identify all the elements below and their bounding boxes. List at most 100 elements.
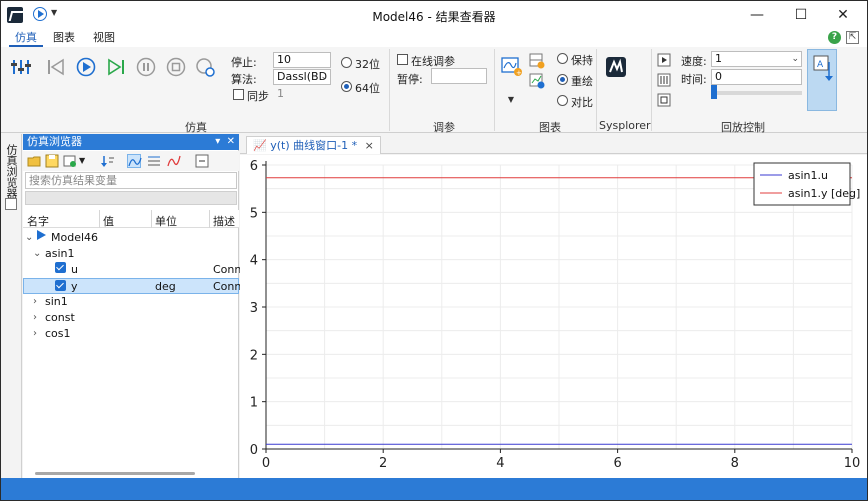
- tab-chart[interactable]: 图表: [47, 29, 81, 47]
- step-forward-icon[interactable]: [105, 57, 127, 77]
- bit32-radio[interactable]: [341, 57, 352, 68]
- column-desc-header[interactable]: 描述: [213, 213, 235, 229]
- tree-row-asin1[interactable]: ⌄ asin1: [23, 246, 239, 262]
- maximize-button[interactable]: ☐: [781, 1, 821, 29]
- chevron-down-icon[interactable]: ⌄: [25, 230, 33, 246]
- add-subplot-icon[interactable]: [529, 53, 545, 69]
- stop-icon[interactable]: [165, 57, 187, 77]
- variable-checkbox[interactable]: [55, 262, 66, 273]
- time-slider-track[interactable]: [712, 91, 802, 95]
- stop-time-input[interactable]: 10: [273, 52, 331, 68]
- x-tick-label: 6: [613, 456, 621, 471]
- chevron-right-icon[interactable]: ›: [33, 294, 37, 310]
- y-tick-label: 3: [250, 301, 258, 316]
- ribbon: 停止: 10 算法: Dassl(BD ⌄ 同步 1 32位 64位 仿真 在线…: [1, 47, 867, 134]
- tree-row-model[interactable]: ⌄ Model46: [23, 230, 239, 246]
- replay-step-icon[interactable]: [657, 93, 671, 107]
- minimize-button[interactable]: —: [737, 1, 777, 29]
- title-bar: ▼ Model46 - 结果查看器 — ☐ ✕: [1, 1, 867, 29]
- column-name-header[interactable]: 名字: [27, 213, 49, 229]
- column-separator[interactable]: [151, 210, 152, 228]
- keep-mode-radio[interactable]: [557, 53, 568, 64]
- compare-mode-radio[interactable]: [557, 95, 568, 106]
- sysplorer-icon[interactable]: [606, 57, 626, 77]
- tab-view[interactable]: 视图: [87, 29, 121, 47]
- tab-plot-window[interactable]: 📈 y(t) 曲线窗口-1 * ×: [246, 136, 381, 154]
- svg-text:+: +: [516, 69, 522, 77]
- save-icon[interactable]: [45, 154, 59, 168]
- close-tab-icon[interactable]: ×: [365, 139, 374, 152]
- group-label-simulation: 仿真: [185, 121, 207, 134]
- sync-label: 同步: [247, 90, 269, 103]
- algorithm-label: 算法:: [231, 73, 257, 86]
- collapse-all-icon[interactable]: [195, 154, 209, 168]
- pin-icon[interactable]: ⇱: [846, 31, 859, 44]
- export-icon[interactable]: [63, 154, 77, 168]
- group-separator: [651, 49, 652, 131]
- help-icon[interactable]: ?: [828, 31, 841, 44]
- chart-dropdown-icon[interactable]: ▼: [506, 95, 516, 104]
- chevron-down-icon[interactable]: ⌄: [33, 246, 41, 262]
- column-unit-header[interactable]: 单位: [155, 213, 177, 229]
- compare-mode-label: 对比: [571, 96, 593, 109]
- tree-row-u[interactable]: u Conn: [23, 262, 241, 278]
- algorithm-select[interactable]: Dassl(BD ⌄: [273, 69, 331, 85]
- sync-checkbox[interactable]: [233, 89, 244, 100]
- chevron-right-icon[interactable]: ›: [33, 326, 37, 342]
- pause-icon[interactable]: [135, 57, 157, 77]
- y-tick-label: 4: [250, 254, 258, 269]
- time-slider-thumb[interactable]: [711, 85, 717, 99]
- pause-input[interactable]: [431, 68, 487, 84]
- open-folder-icon[interactable]: [27, 154, 41, 168]
- replay-options-panel[interactable]: A: [807, 49, 837, 111]
- sort-icon[interactable]: [101, 154, 115, 168]
- replay-play-icon[interactable]: [657, 53, 671, 67]
- filter-bar[interactable]: [25, 191, 237, 205]
- browser-title: 仿真浏览器: [27, 135, 82, 148]
- x-tick-label: 10: [844, 456, 861, 471]
- multi-curve-icon[interactable]: [167, 154, 181, 168]
- browser-title-buttons[interactable]: ▾ ✕: [215, 134, 235, 150]
- tree-row-cos1[interactable]: › cos1: [23, 326, 239, 342]
- redraw-mode-radio[interactable]: [557, 74, 568, 85]
- column-separator[interactable]: [209, 210, 210, 228]
- x-tick-label: 0: [262, 456, 270, 471]
- new-chart-icon[interactable]: +: [501, 55, 523, 77]
- tree-row-y[interactable]: y deg Conn: [23, 278, 241, 294]
- variable-checkbox[interactable]: [55, 280, 66, 291]
- search-input[interactable]: 搜索仿真结果变量: [25, 172, 237, 189]
- sim-browser-side-tab[interactable]: 仿真浏览器: [5, 144, 19, 199]
- column-separator[interactable]: [99, 210, 100, 228]
- close-button[interactable]: ✕: [823, 1, 863, 29]
- bit64-radio[interactable]: [341, 81, 352, 92]
- replay-frames-icon[interactable]: [657, 73, 671, 87]
- horizontal-scrollbar[interactable]: [35, 472, 195, 475]
- browser-title-bar: 仿真浏览器 ▾ ✕: [23, 134, 239, 150]
- run-simulation-icon[interactable]: [75, 57, 97, 77]
- group-label-sysplorer: Sysplorer: [599, 119, 651, 132]
- speed-select[interactable]: 1 ⌄: [711, 51, 802, 67]
- online-tune-label: 在线调参: [411, 55, 455, 68]
- column-value-header[interactable]: 值: [103, 213, 114, 229]
- step-back-icon[interactable]: [45, 57, 67, 77]
- chart-settings-icon[interactable]: [529, 73, 545, 89]
- tab-simulation[interactable]: 仿真: [9, 29, 43, 47]
- sim-settings-icon[interactable]: [11, 57, 33, 77]
- sync-value: 1: [277, 87, 284, 100]
- online-tune-checkbox[interactable]: [397, 54, 408, 65]
- tree-row-const[interactable]: › const: [23, 310, 239, 326]
- list-view-icon[interactable]: [147, 154, 161, 168]
- tree-row-sin1[interactable]: › sin1: [23, 294, 239, 310]
- plot-area[interactable]: 0 2 4 6 8 10 0 1 2 3 4 5 6 asin1.u asin1.y [deg]: [240, 155, 867, 478]
- time-input[interactable]: 0: [711, 69, 802, 85]
- sim-config-icon[interactable]: [195, 57, 217, 77]
- plot-side-icon[interactable]: [5, 198, 17, 210]
- tree-row-label: Model46: [51, 231, 99, 244]
- line-chart[interactable]: 0 2 4 6 8 10 0 1 2 3 4 5 6 asin1.u asin1.y [deg]: [240, 155, 867, 478]
- group-separator: [494, 49, 495, 131]
- curve-view-icon[interactable]: [127, 154, 142, 168]
- result-viewer-window: ▼ Model46 - 结果查看器 — ☐ ✕ 仿真 图表 视图 ? ⇱ 停止:…: [0, 0, 868, 501]
- chevron-right-icon[interactable]: ›: [33, 310, 37, 326]
- y-tick-label: 2: [250, 348, 258, 363]
- export-dropdown-icon[interactable]: ▼: [79, 154, 93, 168]
